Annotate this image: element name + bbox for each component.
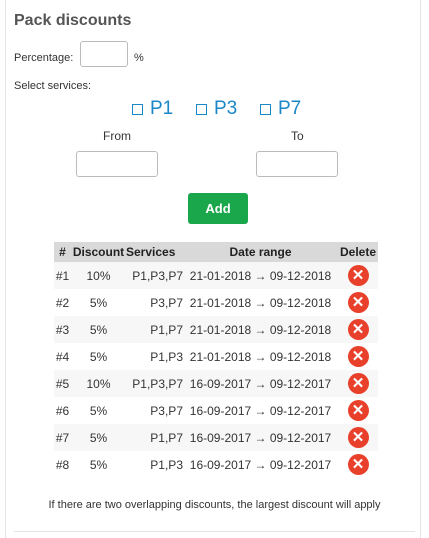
table-row: #5 10% P1,P3,P7 16-09-2017 → 09-12-2017 … [54,370,378,397]
header-delete: Delete [338,242,378,262]
table-row: #2 5% P3,P7 21-01-2018 → 09-12-2018 ✕ [54,289,378,316]
divider [14,531,415,532]
row-discount: 5% [71,397,126,424]
row-discount: 5% [71,424,126,451]
table-row: #8 5% P1,P3 16-09-2017 → 09-12-2017 ✕ [54,451,378,478]
service-option-p1[interactable]: P1 [132,98,173,120]
discounts-table: # Discount Services Date range Delete #1… [54,242,378,478]
delete-icon[interactable]: ✕ [347,373,369,394]
row-number: #1 [54,262,71,289]
row-discount: 5% [71,451,126,478]
delete-icon[interactable]: ✕ [347,427,369,448]
table-header-row: # Discount Services Date range Delete [54,242,378,262]
row-delete-cell: ✕ [338,289,378,316]
percentage-unit: % [134,52,144,64]
row-delete-cell: ✕ [338,370,378,397]
row-delete-cell: ✕ [338,316,378,343]
delete-icon[interactable]: ✕ [347,454,369,475]
row-date-range: 16-09-2017 → 09-12-2017 [183,451,338,478]
row-discount: 5% [71,316,126,343]
percentage-label: Percentage: [14,52,74,64]
row-discount: 5% [71,289,126,316]
row-date-range: 21-01-2018 → 09-12-2018 [183,289,338,316]
row-services: P1,P7 [126,424,183,451]
row-services: P1,P3 [126,343,183,370]
table-row: #1 10% P1,P3,P7 21-01-2018 → 09-12-2018 … [54,262,378,289]
table-row: #3 5% P1,P7 21-01-2018 → 09-12-2018 ✕ [54,316,378,343]
table-row: #7 5% P1,P7 16-09-2017 → 09-12-2017 ✕ [54,424,378,451]
header-number: # [54,242,71,262]
row-number: #3 [54,316,71,343]
service-option-label: P1 [150,98,174,119]
row-services: P1,P3,P7 [126,262,183,289]
row-date-range: 21-01-2018 → 09-12-2018 [183,262,338,289]
row-delete-cell: ✕ [338,343,378,370]
delete-icon[interactable]: ✕ [347,346,369,367]
delete-icon[interactable]: ✕ [347,292,369,313]
header-services: Services [126,242,183,262]
from-date-input[interactable] [76,151,158,177]
percentage-input[interactable] [80,41,128,67]
service-option-p7[interactable]: P7 [260,98,301,120]
from-label: From [103,129,131,143]
table-row: #4 5% P1,P3 21-01-2018 → 09-12-2018 ✕ [54,343,378,370]
row-date-range: 16-09-2017 → 09-12-2017 [183,424,338,451]
row-number: #4 [54,343,71,370]
row-services: P1,P3 [126,451,183,478]
checkbox-icon[interactable] [260,103,271,115]
row-date-range: 21-01-2018 → 09-12-2018 [183,316,338,343]
delete-icon[interactable]: ✕ [347,319,369,340]
to-date-input[interactable] [256,151,338,177]
row-services: P3,P7 [126,289,183,316]
page-title: Pack discounts [14,12,132,29]
row-delete-cell: ✕ [338,262,378,289]
services-label: Select services: [14,80,92,92]
checkbox-icon[interactable] [132,103,143,115]
checkbox-icon[interactable] [196,103,207,115]
add-button[interactable]: Add [188,193,248,224]
row-discount: 10% [71,262,126,289]
service-option-p3[interactable]: P3 [196,98,237,120]
table-row: #6 5% P3,P7 16-09-2017 → 09-12-2017 ✕ [54,397,378,424]
header-discount: Discount [71,242,126,262]
row-number: #7 [54,424,71,451]
delete-icon[interactable]: ✕ [347,265,369,286]
row-services: P1,P7 [126,316,183,343]
row-services: P1,P3,P7 [126,370,183,397]
delete-icon[interactable]: ✕ [347,400,369,421]
row-discount: 10% [71,370,126,397]
row-discount: 5% [71,343,126,370]
row-number: #8 [54,451,71,478]
to-label: To [291,129,304,143]
row-date-range: 16-09-2017 → 09-12-2017 [183,370,338,397]
row-number: #2 [54,289,71,316]
service-option-label: P7 [278,98,302,119]
row-date-range: 21-01-2018 → 09-12-2018 [183,343,338,370]
row-number: #5 [54,370,71,397]
row-delete-cell: ✕ [338,451,378,478]
overlap-note: If there are two overlapping discounts, … [48,499,381,511]
row-date-range: 16-09-2017 → 09-12-2017 [183,397,338,424]
header-date-range: Date range [183,242,338,262]
row-delete-cell: ✕ [338,424,378,451]
row-delete-cell: ✕ [338,397,378,424]
service-option-label: P3 [214,98,238,119]
row-services: P3,P7 [126,397,183,424]
row-number: #6 [54,397,71,424]
